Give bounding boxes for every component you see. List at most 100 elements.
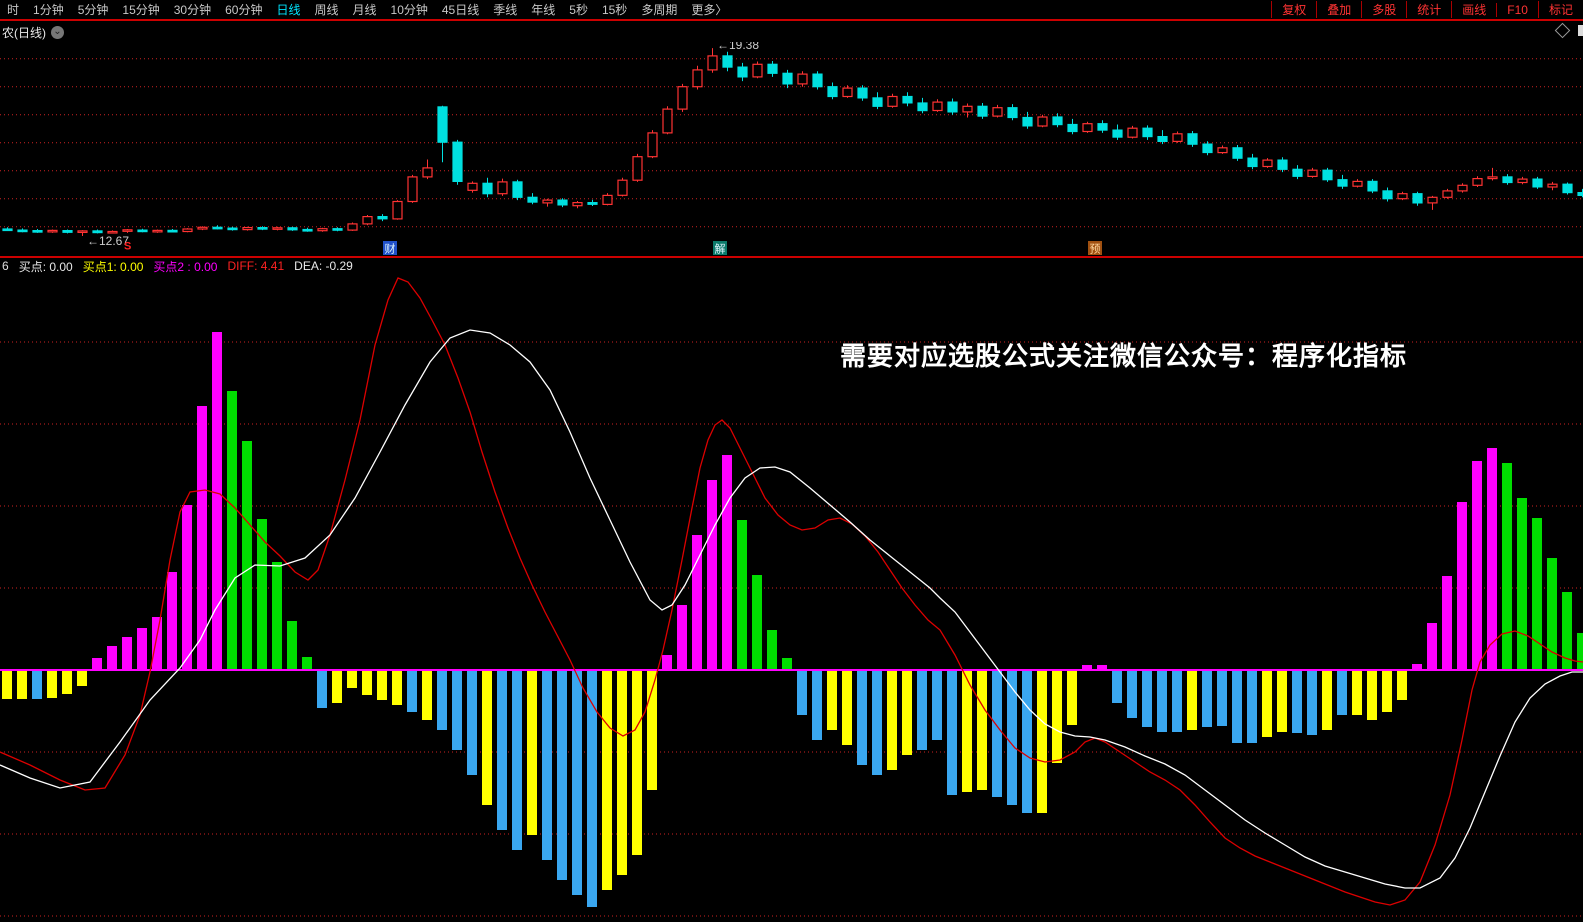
chevron-down-icon[interactable]: ⌄ (51, 26, 64, 39)
diamond-icon[interactable] (1555, 23, 1571, 39)
histogram-bar (422, 670, 432, 720)
period-tab-15秒[interactable]: 15秒 (595, 1, 634, 18)
candle-body (768, 64, 777, 73)
candle-body (528, 197, 537, 202)
histogram-bar (1022, 670, 1032, 813)
histogram-bar (452, 670, 462, 750)
period-tab-45日线[interactable]: 45日线 (435, 1, 486, 18)
period-tab-季线[interactable]: 季线 (486, 1, 524, 18)
histogram-bar (1382, 670, 1392, 712)
candlestick-chart[interactable]: ←19.38←12.67S财解预 (0, 42, 1583, 256)
tool-button-叠加[interactable]: 叠加 (1316, 1, 1361, 18)
candle-body (453, 142, 462, 181)
candle-body (408, 177, 417, 202)
tool-button-标记[interactable]: 标记 (1538, 1, 1583, 18)
candle-body (1083, 124, 1092, 132)
candle-body (918, 103, 927, 111)
period-tab-年线[interactable]: 年线 (524, 1, 562, 18)
candle-body (648, 133, 657, 157)
candle-body (1248, 158, 1257, 166)
period-tab-60分钟[interactable]: 60分钟 (218, 1, 269, 18)
candle-body (1443, 191, 1452, 197)
candle-body (1233, 148, 1242, 158)
candle-body (753, 64, 762, 77)
candle-body (198, 227, 207, 229)
period-tab-月线[interactable]: 月线 (346, 1, 384, 18)
histogram-bar (1427, 623, 1437, 670)
period-tab-时[interactable]: 时 (0, 1, 26, 18)
tool-button-复权[interactable]: 复权 (1271, 1, 1316, 18)
candle-body (993, 108, 1002, 116)
histogram-bar (872, 670, 882, 775)
candle-body (858, 88, 867, 98)
news-badge-预[interactable]: 预 (1090, 243, 1101, 256)
histogram-bar (1487, 448, 1497, 670)
histogram-bar (1247, 670, 1257, 743)
histogram-bar (1517, 498, 1527, 670)
candle-body (1008, 108, 1017, 118)
symbol-title: 农(日线) (2, 24, 46, 41)
histogram-bar (1142, 670, 1152, 727)
histogram-bar (362, 670, 372, 695)
period-tab-15分钟[interactable]: 15分钟 (115, 1, 166, 18)
histogram-bar (737, 520, 747, 670)
candle-body (738, 67, 747, 77)
candle-body (783, 73, 792, 84)
watermark-text: 需要对应选股公式关注微信公众号：程序化指标 (840, 336, 1407, 373)
histogram-bar (272, 562, 282, 670)
histogram-bar (1397, 670, 1407, 700)
candle-body (1038, 117, 1047, 126)
news-badge-解[interactable]: 解 (715, 242, 726, 256)
histogram-bar (1502, 463, 1512, 670)
candle-body (1053, 117, 1062, 125)
tool-button-统计[interactable]: 统计 (1406, 1, 1451, 18)
tool-button-多股[interactable]: 多股 (1361, 1, 1406, 18)
candle-body (1263, 160, 1272, 166)
candle-body (948, 102, 957, 112)
candle-body (318, 229, 327, 231)
period-tab-周线[interactable]: 周线 (307, 1, 345, 18)
candle-body (18, 230, 27, 232)
histogram-bar (1277, 670, 1287, 732)
candle-body (618, 180, 627, 195)
candle-body (888, 97, 897, 107)
histogram-bar (1292, 670, 1302, 733)
period-tab-更多〉[interactable]: 更多〉 (684, 1, 734, 18)
candle-body (108, 232, 117, 234)
candle-body (1098, 124, 1107, 130)
candle-body (1128, 128, 1137, 137)
histogram-bar (1367, 670, 1377, 720)
trading-app-window: 时1分钟5分钟15分钟30分钟60分钟日线周线月线10分钟45日线季线年线5秒1… (0, 0, 1583, 922)
period-tab-日线[interactable]: 日线 (269, 1, 307, 18)
period-tab-30分钟[interactable]: 30分钟 (167, 1, 218, 18)
candle-body (138, 230, 147, 232)
histogram-bar (242, 441, 252, 670)
histogram-bar (62, 670, 72, 694)
tool-button-F10[interactable]: F10 (1496, 3, 1538, 17)
candle-body (873, 98, 882, 106)
period-tab-5分钟[interactable]: 5分钟 (71, 1, 116, 18)
histogram-bar (467, 670, 477, 775)
candle-body (1308, 170, 1317, 176)
histogram-bar (992, 670, 1002, 797)
period-toolbar: 时1分钟5分钟15分钟30分钟60分钟日线周线月线10分钟45日线季线年线5秒1… (0, 0, 1583, 19)
period-tab-10分钟[interactable]: 10分钟 (384, 1, 435, 18)
tool-button-画线[interactable]: 画线 (1451, 1, 1496, 18)
candle-body (933, 102, 942, 110)
histogram-bar (707, 480, 717, 670)
histogram-bar (902, 670, 912, 755)
candle-body (498, 182, 507, 194)
histogram-bar (1067, 670, 1077, 725)
period-tab-5秒[interactable]: 5秒 (562, 1, 595, 18)
candle-body (258, 228, 267, 230)
histogram-bar (482, 670, 492, 805)
chart-title-bar: 农(日线) ⌄ (0, 19, 1583, 44)
candle-body (708, 56, 717, 70)
period-tab-1分钟[interactable]: 1分钟 (26, 1, 71, 18)
histogram-bar (917, 670, 927, 750)
histogram-bar (1127, 670, 1137, 718)
candle-body (843, 88, 852, 96)
period-tab-多周期[interactable]: 多周期 (634, 1, 684, 18)
histogram-bar (182, 505, 192, 670)
news-badge-财[interactable]: 财 (385, 242, 396, 256)
